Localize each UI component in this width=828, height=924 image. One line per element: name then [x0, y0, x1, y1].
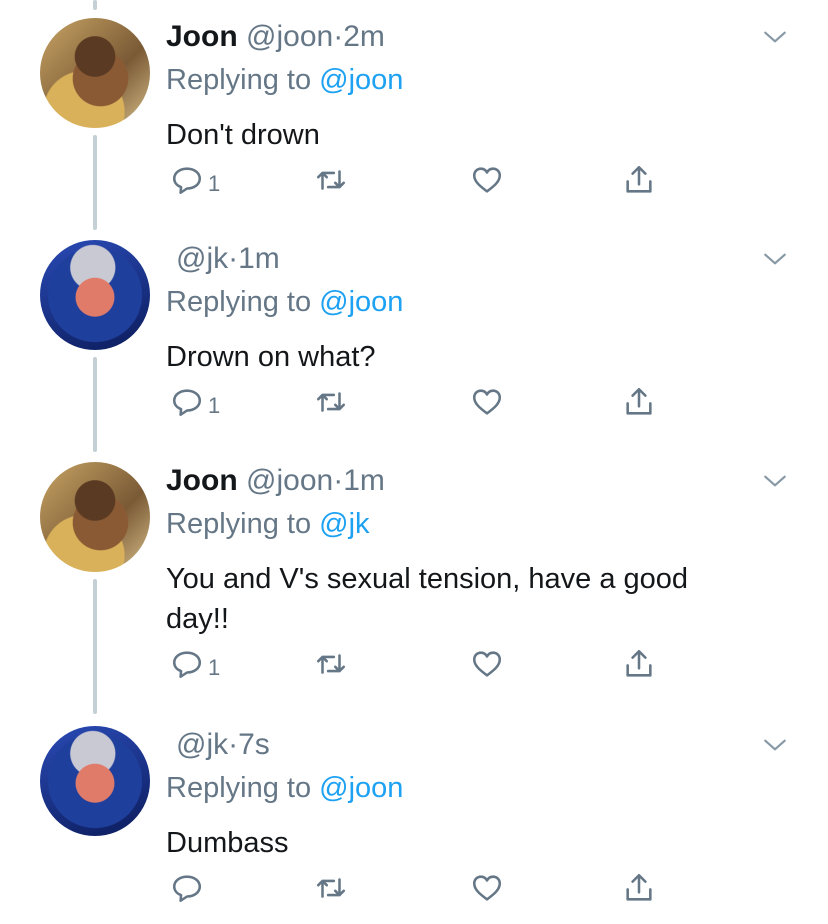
tweet-header: @jk·1m	[166, 242, 280, 276]
replying-to: Replying to @joon	[166, 286, 404, 318]
username[interactable]: @joon	[246, 464, 333, 497]
timestamp[interactable]: 1m	[343, 464, 385, 497]
tweet-actions: 1	[166, 160, 686, 200]
replying-to: Replying to @jk	[166, 508, 370, 540]
chevron-down-icon[interactable]	[762, 246, 788, 272]
like-button[interactable]	[470, 644, 504, 684]
heart-icon	[472, 875, 502, 901]
like-button[interactable]	[470, 382, 504, 422]
avatar[interactable]	[40, 726, 150, 836]
chevron-down-icon[interactable]	[762, 24, 788, 50]
avatar[interactable]	[40, 18, 150, 128]
share-button[interactable]	[622, 160, 656, 200]
share-icon	[626, 165, 652, 193]
separator: ·	[333, 20, 344, 53]
timestamp[interactable]: 2m	[343, 20, 385, 53]
retweet-icon	[316, 878, 346, 898]
username[interactable]: @jk	[176, 242, 228, 275]
separator: ·	[228, 242, 239, 275]
tweet[interactable]: @jk·7s Replying to @joon Dumbass	[0, 716, 828, 924]
timestamp[interactable]: 7s	[238, 728, 270, 761]
retweet-button[interactable]	[314, 160, 348, 200]
avatar[interactable]	[40, 240, 150, 350]
chevron-down-icon[interactable]	[762, 732, 788, 758]
like-button[interactable]	[470, 160, 504, 200]
retweet-button[interactable]	[314, 868, 348, 908]
tweet-actions: 1	[166, 382, 686, 422]
reply-icon	[172, 875, 202, 903]
tweet[interactable]: Joon @joon·1m Replying to @jk You and V'…	[0, 452, 828, 714]
tweet-text: You and V's sexual tension, have a good …	[166, 563, 689, 635]
heart-icon	[472, 651, 502, 677]
tweet-actions	[166, 868, 686, 908]
reply-icon	[172, 651, 202, 679]
replying-to: Replying to @joon	[166, 772, 404, 804]
separator: ·	[333, 464, 344, 497]
separator: ·	[228, 728, 239, 761]
heart-icon	[472, 389, 502, 415]
tweet-header: Joon @joon·1m	[166, 464, 385, 498]
share-button[interactable]	[622, 868, 656, 908]
reply-icon	[172, 389, 202, 417]
retweet-icon	[316, 654, 346, 674]
display-name[interactable]: Joon	[166, 464, 238, 497]
reply-button[interactable]: 1	[170, 160, 220, 200]
share-button[interactable]	[622, 644, 656, 684]
reply-button[interactable]	[170, 868, 208, 908]
share-button[interactable]	[622, 382, 656, 422]
reply-button[interactable]: 1	[170, 382, 220, 422]
reply-count: 1	[208, 393, 221, 418]
reply-icon	[172, 167, 202, 195]
mention-link[interactable]: @jk	[319, 508, 369, 540]
retweet-button[interactable]	[314, 644, 348, 684]
heart-icon	[472, 167, 502, 193]
tweet-header: @jk·7s	[166, 728, 270, 762]
mention-link[interactable]: @joon	[319, 64, 403, 96]
display-name[interactable]: Joon	[166, 20, 238, 53]
retweet-button[interactable]	[314, 382, 348, 422]
avatar[interactable]	[40, 462, 150, 572]
share-icon	[626, 649, 652, 677]
like-button[interactable]	[470, 868, 504, 908]
tweet-text: Drown on what?	[166, 341, 376, 373]
tweet-actions: 1	[166, 644, 686, 684]
reply-count: 1	[208, 655, 221, 680]
tweet-text: Don't drown	[166, 119, 320, 151]
share-icon	[626, 387, 652, 415]
reply-button[interactable]: 1	[170, 644, 220, 684]
tweet[interactable]: @jk·1m Replying to @joon Drown on what? …	[0, 230, 828, 444]
mention-link[interactable]: @joon	[319, 772, 403, 804]
username[interactable]: @joon	[246, 20, 333, 53]
chevron-down-icon[interactable]	[762, 468, 788, 494]
tweet-text: Dumbass	[166, 827, 289, 859]
tweet[interactable]: Joon @joon·2m Replying to @joon Don't dr…	[0, 8, 828, 222]
retweet-icon	[316, 170, 346, 190]
mention-link[interactable]: @joon	[319, 286, 403, 318]
replying-to: Replying to @joon	[166, 64, 404, 96]
retweet-icon	[316, 392, 346, 412]
share-icon	[626, 873, 652, 901]
tweet-header: Joon @joon·2m	[166, 20, 385, 54]
timestamp[interactable]: 1m	[238, 242, 280, 275]
username[interactable]: @jk	[176, 728, 228, 761]
reply-count: 1	[208, 171, 221, 196]
